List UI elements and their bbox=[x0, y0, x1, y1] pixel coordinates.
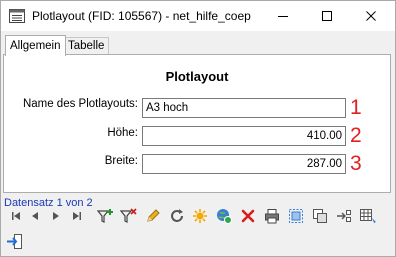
print-icon[interactable] bbox=[263, 207, 281, 225]
highlight-icon[interactable] bbox=[191, 207, 209, 225]
tab-allgemein[interactable]: Allgemein bbox=[5, 35, 66, 56]
select-area-icon[interactable] bbox=[287, 207, 305, 225]
delete-icon[interactable] bbox=[239, 207, 257, 225]
previous-record-icon[interactable] bbox=[26, 207, 44, 225]
move-icon[interactable] bbox=[335, 207, 353, 225]
window: Plotlayout (FID: 105567) - net_hilfe_coe… bbox=[0, 0, 396, 257]
edit-icon[interactable] bbox=[144, 207, 162, 225]
copy-icon[interactable] bbox=[311, 207, 329, 225]
tab-bar: Allgemein Tabelle bbox=[1, 35, 395, 56]
refresh-icon[interactable] bbox=[168, 207, 186, 225]
add-filter-icon[interactable] bbox=[97, 207, 115, 225]
tab-tabelle[interactable]: Tabelle bbox=[63, 37, 110, 54]
name-label: Name des Plotlayouts: bbox=[22, 98, 138, 110]
first-record-icon[interactable] bbox=[7, 207, 25, 225]
height-field[interactable] bbox=[142, 126, 346, 146]
exit-icon[interactable] bbox=[6, 233, 24, 251]
width-field[interactable] bbox=[142, 154, 346, 174]
title-bar: Plotlayout (FID: 105567) - net_hilfe_coe… bbox=[1, 1, 395, 31]
globe-icon[interactable] bbox=[215, 207, 233, 225]
app-form-icon bbox=[9, 9, 25, 23]
window-title: Plotlayout (FID: 105567) - net_hilfe_coe… bbox=[32, 9, 251, 23]
table-icon[interactable] bbox=[359, 207, 377, 225]
close-icon[interactable] bbox=[349, 1, 393, 31]
next-record-icon[interactable] bbox=[47, 207, 65, 225]
form-heading: Plotlayout bbox=[165, 69, 229, 84]
remove-filter-icon[interactable] bbox=[120, 207, 138, 225]
marker-1: 1 bbox=[350, 96, 362, 119]
marker-2: 2 bbox=[350, 124, 362, 147]
width-label: Breite: bbox=[104, 155, 138, 167]
toolbar bbox=[7, 207, 391, 231]
height-label: Höhe: bbox=[107, 127, 138, 139]
minimize-icon[interactable] bbox=[261, 1, 305, 31]
general-panel: Plotlayout Name des Plotlayouts: 1 Höhe:… bbox=[3, 54, 391, 193]
last-record-icon[interactable] bbox=[68, 207, 86, 225]
maximize-icon[interactable] bbox=[305, 1, 349, 31]
name-field[interactable] bbox=[142, 98, 346, 118]
marker-3: 3 bbox=[350, 152, 362, 175]
